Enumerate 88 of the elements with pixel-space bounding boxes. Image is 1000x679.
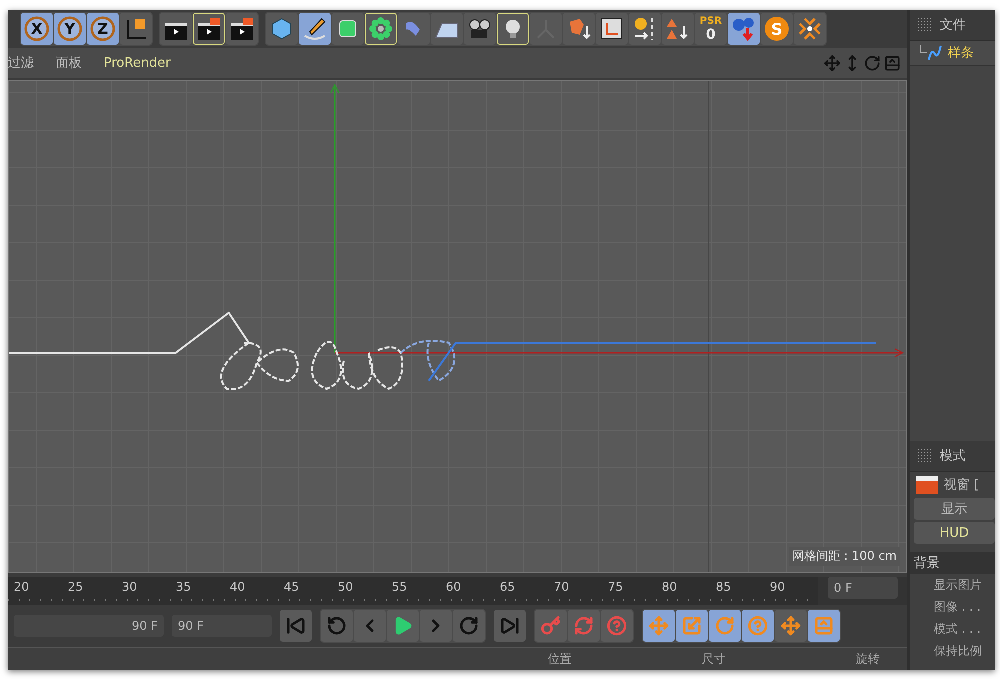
frame-number: 65 bbox=[499, 579, 516, 596]
key-icon bbox=[541, 616, 561, 636]
coordinate-heading: 位置 bbox=[548, 650, 572, 668]
skip-forward-icon bbox=[500, 616, 520, 636]
frame-number: 80 bbox=[661, 579, 678, 596]
viewport-icon bbox=[916, 476, 938, 494]
object-item[interactable]: 样条 bbox=[910, 41, 995, 65]
coordinate-heading: 旋转 bbox=[856, 650, 880, 668]
transport-button[interactable] bbox=[354, 610, 386, 642]
toolbar-button[interactable] bbox=[662, 13, 694, 45]
clapperboard-icon bbox=[196, 16, 222, 42]
frame-number: 75 bbox=[607, 579, 624, 596]
move-icon[interactable] bbox=[824, 54, 841, 72]
frame-number: 45 bbox=[283, 579, 300, 596]
toolbar-button[interactable] bbox=[629, 13, 661, 45]
frame-number: 40 bbox=[229, 579, 246, 596]
viewport[interactable]: 网格间距 : 100 cm bbox=[8, 80, 907, 573]
view-menu-item[interactable]: ProRender bbox=[104, 56, 171, 70]
transport-button[interactable] bbox=[494, 610, 526, 642]
transport-button[interactable] bbox=[453, 610, 485, 642]
toolbar-button[interactable] bbox=[464, 13, 496, 45]
frame-number: 50 bbox=[337, 579, 354, 596]
attribute-label: 图像 . . . bbox=[933, 598, 982, 616]
cloner-icon bbox=[368, 16, 394, 42]
ring-icon bbox=[24, 16, 50, 42]
play-icon bbox=[393, 616, 413, 636]
toolbar-button[interactable] bbox=[193, 13, 225, 45]
coordinate-heading: 尺寸 bbox=[702, 650, 726, 668]
toolbar-button[interactable] bbox=[160, 13, 192, 45]
ring-icon bbox=[90, 16, 116, 42]
frame-number: 55 bbox=[391, 579, 408, 596]
transport-button[interactable] bbox=[535, 610, 567, 642]
grip-icon bbox=[918, 18, 932, 32]
toolbar-button[interactable] bbox=[299, 13, 331, 45]
attribute-label: 模式 . . . bbox=[933, 620, 982, 638]
section-header: 背景 bbox=[910, 552, 995, 574]
attribute-tab[interactable]: 显示 bbox=[914, 498, 995, 520]
pen-icon bbox=[302, 16, 328, 42]
toolbar-button[interactable] bbox=[120, 13, 152, 45]
frame-number: 60 bbox=[445, 579, 462, 596]
toolbar-button[interactable] bbox=[563, 13, 595, 45]
attribute-tab[interactable]: HUD bbox=[914, 522, 995, 544]
toolbar-button[interactable] bbox=[596, 13, 628, 45]
transport-button[interactable] bbox=[280, 610, 312, 642]
grid-spacing-label: 网格间距 : 100 cm bbox=[789, 547, 900, 566]
view-menu-item[interactable]: 面板 bbox=[56, 54, 82, 72]
panel-tab[interactable]: 文件 bbox=[940, 16, 966, 34]
skip-back-icon bbox=[286, 616, 306, 636]
transport-button[interactable] bbox=[568, 610, 600, 642]
view-menu-item[interactable]: 过滤 bbox=[8, 54, 34, 72]
attribute-title: 视窗 [ bbox=[944, 477, 980, 494]
transport-button[interactable] bbox=[321, 610, 353, 642]
attribute-label: 保持比例 bbox=[933, 642, 983, 660]
rotate-icon[interactable] bbox=[864, 54, 881, 72]
spline-icon bbox=[920, 44, 944, 62]
grip-icon bbox=[918, 449, 932, 463]
frame-number: 20 bbox=[13, 579, 30, 596]
transport-button[interactable] bbox=[775, 610, 807, 642]
window-icon[interactable] bbox=[884, 54, 901, 72]
spheres-arrow-icon bbox=[731, 16, 757, 42]
start-frame-field[interactable]: 90 F bbox=[14, 615, 164, 637]
frame-number: 85 bbox=[715, 579, 732, 596]
frame-number: 30 bbox=[121, 579, 138, 596]
toolbar-button[interactable] bbox=[226, 13, 258, 45]
current-frame-field[interactable]: 0 F bbox=[828, 577, 898, 599]
clapperboard-icon bbox=[229, 16, 255, 42]
end-frame-field[interactable]: 90 F bbox=[172, 615, 272, 637]
coordinate-frame-icon bbox=[599, 16, 625, 42]
transport-button[interactable] bbox=[387, 610, 419, 642]
frame-number: 35 bbox=[175, 579, 192, 596]
help-icon bbox=[607, 616, 627, 636]
attribute-label: 显示图片 bbox=[933, 576, 983, 594]
axis-lock-button[interactable]: Z bbox=[87, 13, 119, 45]
transport-button[interactable] bbox=[420, 610, 452, 642]
scale-icon bbox=[682, 616, 702, 636]
timeline-ruler[interactable]: 20 25 30 35 40 45 50 55 60 65 70 75 80 85 90 bbox=[8, 577, 818, 605]
move-icon bbox=[649, 616, 669, 636]
ring-icon bbox=[57, 16, 83, 42]
axis-lock-button[interactable]: Y bbox=[54, 13, 86, 45]
frame-number: 90 bbox=[769, 579, 786, 596]
rotate-icon bbox=[715, 616, 735, 636]
center-arrows-icon bbox=[797, 16, 823, 42]
axis-lock-button[interactable]: X bbox=[21, 13, 53, 45]
frame-number: 70 bbox=[553, 579, 570, 596]
frame-number: 25 bbox=[67, 579, 84, 596]
panel-tab[interactable]: 模式 bbox=[940, 447, 966, 465]
transport-button[interactable] bbox=[601, 610, 633, 642]
psr-button[interactable]: PSR 0 bbox=[695, 13, 727, 45]
